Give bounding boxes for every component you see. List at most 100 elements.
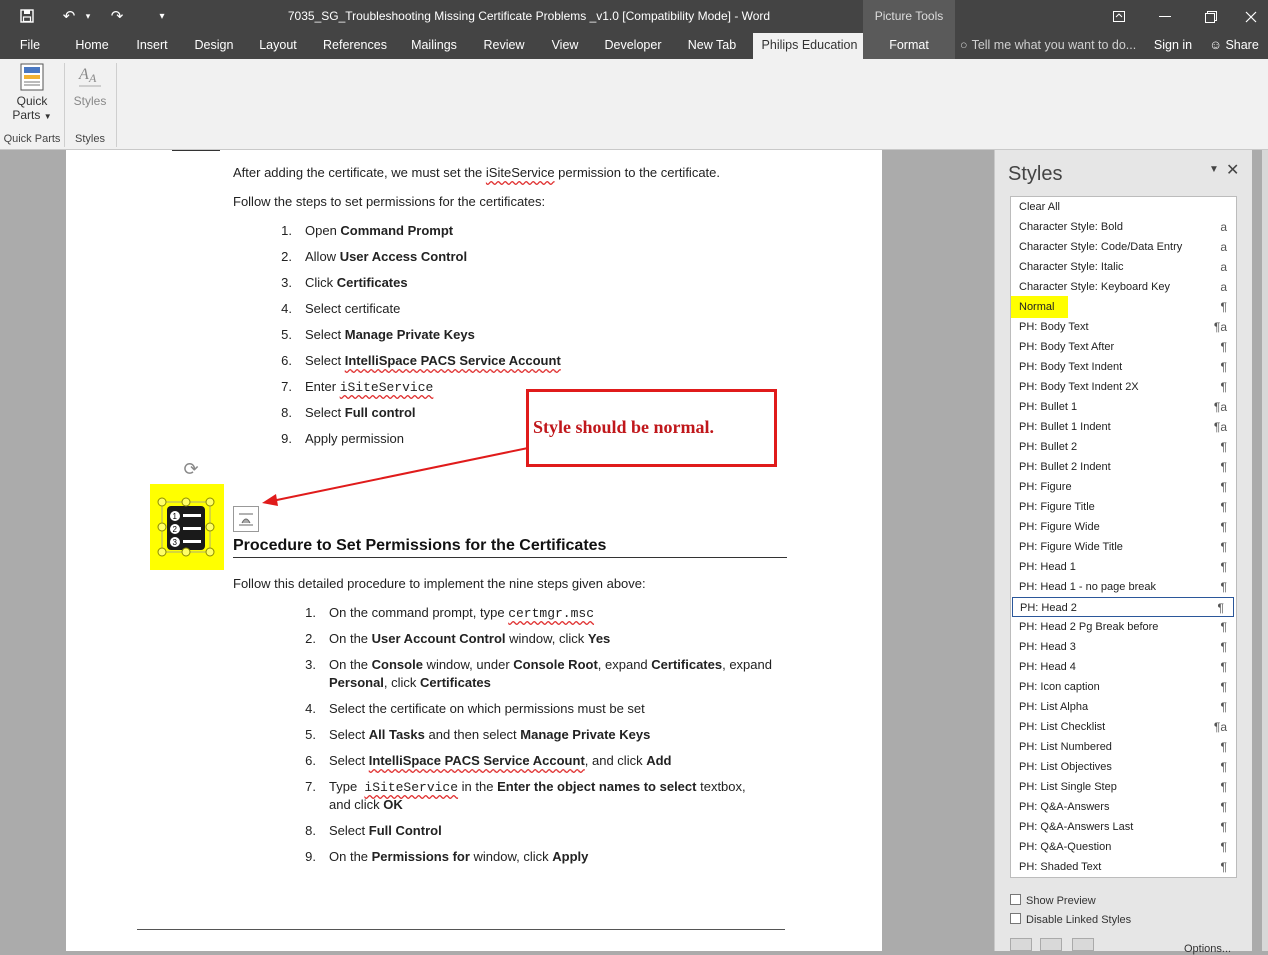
list-number: 4. xyxy=(305,701,316,716)
style-item-label: PH: Figure Wide Title xyxy=(1019,541,1123,553)
style-type-icon: ¶ xyxy=(1220,740,1227,754)
quick-parts-button[interactable]: Quick Parts ▼ xyxy=(8,63,56,122)
style-item[interactable]: PH: Bullet 1 ¶a xyxy=(1011,397,1236,417)
tab-philips-education[interactable]: Philips Education xyxy=(753,33,866,59)
tab-developer[interactable]: Developer xyxy=(600,33,666,59)
style-item[interactable]: PH: List Objectives ¶ xyxy=(1011,757,1236,777)
styles-button[interactable]: A A Styles xyxy=(70,63,110,108)
style-item-label: PH: Body Text After xyxy=(1019,341,1115,353)
style-item[interactable]: PH: Icon caption ¶ xyxy=(1011,677,1236,697)
style-item[interactable]: PH: List Alpha ¶ xyxy=(1011,697,1236,717)
style-inspector-icon[interactable] xyxy=(1040,938,1062,951)
style-item[interactable]: PH: Figure Title ¶ xyxy=(1011,497,1236,517)
style-item[interactable]: Character Style: Italic a xyxy=(1011,257,1236,277)
quick-parts-label-2: Parts xyxy=(12,108,41,122)
style-item[interactable]: PH: Body Text After ¶ xyxy=(1011,337,1236,357)
document-page[interactable]: After adding the certificate, we must se… xyxy=(66,150,882,951)
style-item[interactable]: PH: Figure Wide ¶ xyxy=(1011,517,1236,537)
style-type-icon: ¶ xyxy=(1220,480,1227,494)
disable-linked-styles-checkbox[interactable]: Disable Linked Styles xyxy=(1010,913,1131,926)
person-icon: ☺ xyxy=(1209,38,1222,52)
style-item[interactable]: PH: Figure ¶ xyxy=(1011,477,1236,497)
style-item[interactable]: PH: List Numbered ¶ xyxy=(1011,737,1236,757)
picture-tools-label: Picture Tools xyxy=(863,0,955,33)
tab-home[interactable]: Home xyxy=(70,33,114,59)
close-icon[interactable] xyxy=(1234,0,1268,33)
style-item-label: PH: Body Text xyxy=(1019,321,1089,333)
tell-me-box[interactable]: ○ Tell me what you want to do... xyxy=(960,33,1136,59)
checkbox-box xyxy=(1010,894,1021,905)
list-item-text: Select IntelliSpace PACS Service Account… xyxy=(329,753,672,768)
list-number: 9. xyxy=(281,431,292,446)
options-link[interactable]: Options... xyxy=(1184,943,1231,955)
list-number: 2. xyxy=(305,631,316,646)
layout-options-icon[interactable] xyxy=(233,506,259,532)
style-item[interactable]: PH: Head 2 ¶ xyxy=(1012,597,1234,617)
tab-design[interactable]: Design xyxy=(189,33,239,59)
style-item[interactable]: PH: Q&A-Answers ¶ xyxy=(1011,797,1236,817)
style-type-icon: ¶ xyxy=(1220,440,1227,454)
tab-new-tab[interactable]: New Tab xyxy=(681,33,743,59)
list-number: 1. xyxy=(305,605,316,620)
share-button[interactable]: ☺ Share xyxy=(1206,33,1262,59)
pane-options-icon[interactable]: ▼ xyxy=(1209,164,1219,175)
style-item-label: PH: Body Text Indent xyxy=(1019,361,1123,373)
style-item[interactable]: Clear All xyxy=(1011,197,1236,217)
rotate-handle-icon[interactable]: ⟳ xyxy=(181,459,201,479)
style-item-label: PH: Figure Title xyxy=(1019,501,1095,513)
minimize-icon[interactable] xyxy=(1142,0,1188,33)
styles-list[interactable]: Clear All Character Style: Bold a Character… xyxy=(1010,196,1237,878)
style-item[interactable]: PH: Head 4 ¶ xyxy=(1011,657,1236,677)
selected-icon-image[interactable]: 1 2 3 xyxy=(150,484,224,570)
intro-paragraph-2: Follow the steps to set permissions for … xyxy=(233,194,546,209)
style-item[interactable]: Normal ¶ xyxy=(1011,297,1236,317)
style-item[interactable]: PH: Bullet 2 Indent ¶ xyxy=(1011,457,1236,477)
style-item[interactable]: PH: Figure Wide Title ¶ xyxy=(1011,537,1236,557)
list-number: 4. xyxy=(281,301,292,316)
vertical-scrollbar[interactable] xyxy=(1262,150,1268,951)
style-item[interactable]: PH: Bullet 1 Indent ¶a xyxy=(1011,417,1236,437)
sign-in-link[interactable]: Sign in xyxy=(1150,33,1196,59)
style-item[interactable]: PH: Q&A-Question ¶ xyxy=(1011,837,1236,857)
tab-view[interactable]: View xyxy=(545,33,585,59)
tab-format[interactable]: Format xyxy=(863,33,955,59)
style-item[interactable]: PH: Shaded Text ¶ xyxy=(1011,857,1236,877)
tab-references[interactable]: References xyxy=(320,33,390,59)
style-type-icon: ¶ xyxy=(1220,780,1227,794)
style-item[interactable]: PH: Head 3 ¶ xyxy=(1011,637,1236,657)
ribbon-display-options-icon[interactable] xyxy=(1096,0,1142,33)
style-item[interactable]: Character Style: Code/Data Entry a xyxy=(1011,237,1236,257)
style-item[interactable]: PH: Body Text Indent 2X ¶ xyxy=(1011,377,1236,397)
style-item[interactable]: PH: Head 1 ¶ xyxy=(1011,557,1236,577)
new-style-icon[interactable] xyxy=(1010,938,1032,951)
style-item[interactable]: PH: Head 1 - no page break ¶ xyxy=(1011,577,1236,597)
style-item[interactable]: Character Style: Bold a xyxy=(1011,217,1236,237)
style-item[interactable]: PH: Q&A-Answers Last ¶ xyxy=(1011,817,1236,837)
style-item[interactable]: PH: Body Text ¶a xyxy=(1011,317,1236,337)
list-item-text: On the Permissions for window, click App… xyxy=(329,849,589,864)
style-item[interactable]: PH: Body Text Indent ¶ xyxy=(1011,357,1236,377)
numbered-list-icon: 1 2 3 xyxy=(157,497,215,557)
style-item[interactable]: PH: List Single Step ¶ xyxy=(1011,777,1236,797)
tab-mailings[interactable]: Mailings xyxy=(406,33,462,59)
tab-insert[interactable]: Insert xyxy=(130,33,174,59)
show-preview-checkbox[interactable]: Show Preview xyxy=(1010,894,1096,907)
style-item[interactable]: PH: Bullet 2 ¶ xyxy=(1011,437,1236,457)
manage-styles-icon[interactable] xyxy=(1072,938,1094,951)
pane-close-icon[interactable]: ✕ xyxy=(1226,160,1239,180)
restore-icon[interactable] xyxy=(1188,0,1234,33)
style-type-icon: ¶ xyxy=(1220,560,1227,574)
style-item[interactable]: PH: List Checklist ¶a xyxy=(1011,717,1236,737)
tab-layout[interactable]: Layout xyxy=(253,33,303,59)
style-item-label: PH: List Single Step xyxy=(1019,781,1117,793)
tab-review[interactable]: Review xyxy=(479,33,529,59)
style-item[interactable]: Character Style: Keyboard Key a xyxy=(1011,277,1236,297)
style-item[interactable]: PH: Head 2 Pg Break before ¶ xyxy=(1011,617,1236,637)
callout-arrow xyxy=(262,447,529,506)
style-item-label: PH: Q&A-Answers xyxy=(1019,801,1110,813)
list-item-text: On the command prompt, type certmgr.msc xyxy=(329,605,595,621)
list-number: 3. xyxy=(305,657,316,672)
style-type-icon: a xyxy=(1220,240,1227,254)
tab-file[interactable]: File xyxy=(10,33,50,59)
style-type-icon: ¶ xyxy=(1220,660,1227,674)
